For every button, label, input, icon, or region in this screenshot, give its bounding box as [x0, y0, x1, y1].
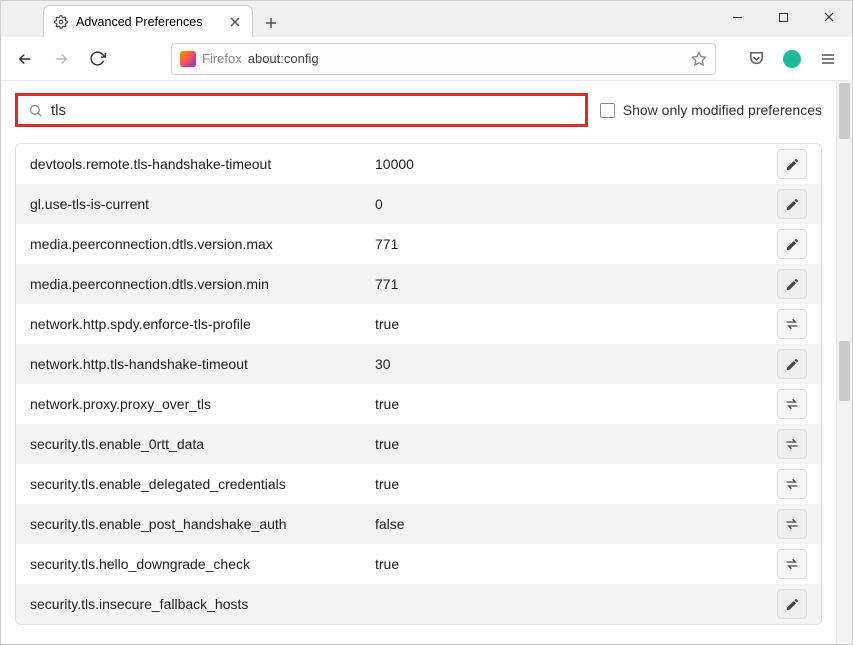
pref-row: security.tls.hello_downgrade_checktrue	[16, 544, 821, 584]
minimize-button[interactable]	[714, 1, 760, 33]
pref-value: 10000	[375, 156, 777, 172]
titlebar: Advanced Preferences	[1, 1, 852, 37]
app-menu-button[interactable]	[812, 43, 844, 75]
edit-button[interactable]	[777, 229, 807, 259]
pocket-button[interactable]	[740, 43, 772, 75]
window-controls	[714, 1, 852, 33]
pref-name: network.http.tls-handshake-timeout	[30, 356, 375, 372]
pref-row: network.http.tls-handshake-timeout30	[16, 344, 821, 384]
edit-button[interactable]	[777, 349, 807, 379]
pref-name: security.tls.hello_downgrade_check	[30, 556, 375, 572]
extension-button[interactable]	[776, 43, 808, 75]
pref-row: gl.use-tls-is-current0	[16, 184, 821, 224]
browser-toolbar: Firefox about:config	[1, 37, 852, 81]
pref-value: 30	[375, 356, 777, 372]
pref-row: security.tls.enable_post_handshake_authf…	[16, 504, 821, 544]
close-window-button[interactable]	[806, 1, 852, 33]
pref-value: 0	[375, 196, 777, 212]
scrollbar-thumb[interactable]	[839, 341, 850, 401]
show-only-modified-checkbox[interactable]: Show only modified preferences	[600, 102, 822, 118]
edit-button[interactable]	[777, 149, 807, 179]
checkbox-icon	[600, 103, 615, 118]
toggle-button[interactable]	[777, 469, 807, 499]
maximize-button[interactable]	[760, 1, 806, 33]
pref-row: security.tls.enable_delegated_credential…	[16, 464, 821, 504]
pref-name: devtools.remote.tls-handshake-timeout	[30, 156, 375, 172]
pref-value: 771	[375, 236, 777, 252]
new-tab-button[interactable]	[257, 9, 285, 37]
pref-name: media.peerconnection.dtls.version.min	[30, 276, 375, 292]
edit-button[interactable]	[777, 189, 807, 219]
pref-value: 771	[375, 276, 777, 292]
pref-name: network.http.spdy.enforce-tls-profile	[30, 316, 375, 332]
pref-name: security.tls.enable_0rtt_data	[30, 436, 375, 452]
addressbar-url: about:config	[248, 51, 685, 66]
pref-value: true	[375, 316, 777, 332]
pref-name: network.proxy.proxy_over_tls	[30, 396, 375, 412]
scrollbar-thumb[interactable]	[839, 83, 850, 139]
pref-name: media.peerconnection.dtls.version.max	[30, 236, 375, 252]
pref-value: true	[375, 436, 777, 452]
toggle-button[interactable]	[777, 509, 807, 539]
addressbar-label: Firefox	[202, 51, 242, 66]
about-config-content: Show only modified preferences devtools.…	[1, 81, 836, 644]
pref-name: security.tls.insecure_fallback_hosts	[30, 596, 375, 612]
tab-title: Advanced Preferences	[76, 15, 220, 29]
pref-name: security.tls.enable_post_handshake_auth	[30, 516, 375, 532]
pref-row: network.proxy.proxy_over_tlstrue	[16, 384, 821, 424]
search-icon	[28, 103, 43, 118]
pref-name: security.tls.enable_delegated_credential…	[30, 476, 375, 492]
pref-row: devtools.remote.tls-handshake-timeout100…	[16, 144, 821, 184]
forward-button[interactable]	[45, 43, 77, 75]
pref-row: network.http.spdy.enforce-tls-profiletru…	[16, 304, 821, 344]
reload-button[interactable]	[81, 43, 113, 75]
pref-row: media.peerconnection.dtls.version.min771	[16, 264, 821, 304]
toggle-button[interactable]	[777, 309, 807, 339]
pref-value: true	[375, 556, 777, 572]
edit-button[interactable]	[777, 269, 807, 299]
pref-search-input[interactable]	[51, 102, 575, 119]
pref-value: false	[375, 516, 777, 532]
pref-row: media.peerconnection.dtls.version.max771	[16, 224, 821, 264]
toggle-button[interactable]	[777, 549, 807, 579]
back-button[interactable]	[9, 43, 41, 75]
pref-row: security.tls.insecure_fallback_hosts	[16, 584, 821, 624]
firefox-icon	[180, 51, 196, 67]
pref-name: gl.use-tls-is-current	[30, 196, 375, 212]
pref-value: true	[375, 476, 777, 492]
tab-close-button[interactable]	[228, 15, 242, 29]
toggle-button[interactable]	[777, 389, 807, 419]
prefs-table: devtools.remote.tls-handshake-timeout100…	[15, 143, 822, 625]
green-circle-icon	[783, 50, 801, 68]
browser-tab[interactable]: Advanced Preferences	[43, 5, 253, 37]
pref-row: security.tls.enable_0rtt_datatrue	[16, 424, 821, 464]
vertical-scrollbar[interactable]	[836, 81, 852, 644]
pref-search-box[interactable]	[15, 93, 588, 127]
toggle-button[interactable]	[777, 429, 807, 459]
gear-icon	[54, 15, 68, 29]
show-only-modified-label: Show only modified preferences	[623, 102, 822, 118]
edit-button[interactable]	[777, 589, 807, 619]
bookmark-star-icon[interactable]	[691, 51, 707, 67]
pref-value: true	[375, 396, 777, 412]
addressbar[interactable]: Firefox about:config	[171, 43, 716, 75]
